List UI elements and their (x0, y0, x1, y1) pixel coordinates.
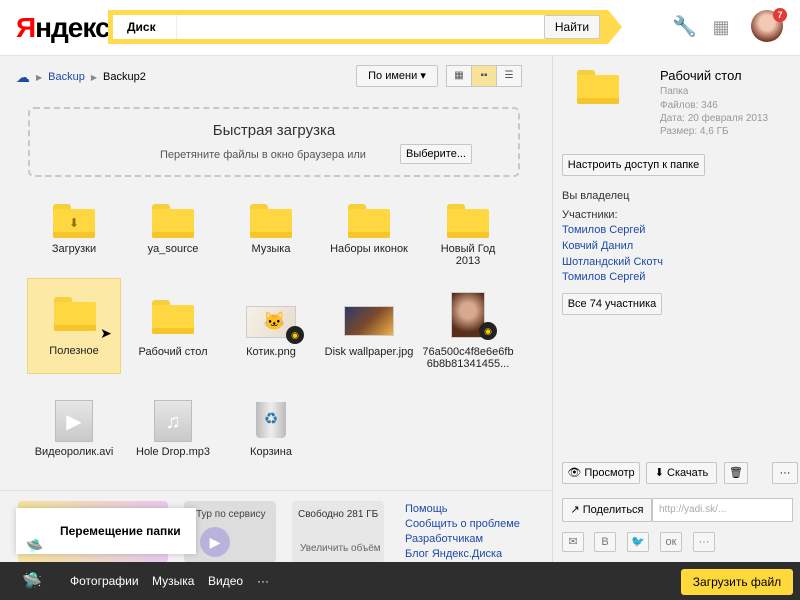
folder-icon (152, 300, 194, 334)
grid-icon[interactable]: ▦ (710, 16, 732, 38)
breadcrumb-backup[interactable]: Backup (48, 71, 85, 83)
participant-link[interactable]: Томилов Сергей (562, 271, 645, 283)
folder-icon (54, 297, 96, 331)
folder-icon (250, 204, 292, 238)
quick-upload-zone[interactable]: Быстрая загрузка Перетяните файлы в окно… (28, 107, 520, 177)
image-thumbnail (344, 306, 394, 336)
participants-label: Участники: (562, 209, 618, 221)
help-link[interactable]: Помощь (405, 503, 448, 515)
folder-new-year[interactable]: Новый Год 2013 (421, 196, 515, 292)
twitter-share-icon[interactable]: 🐦 (627, 532, 649, 552)
developers-link[interactable]: Разработчикам (405, 533, 483, 545)
search-input[interactable] (177, 15, 547, 39)
share-link-field[interactable]: http://yadi.sk/... (652, 498, 793, 522)
search-bar: Диск Найти (108, 10, 622, 44)
download-button[interactable]: ⬇ Скачать (646, 462, 717, 484)
file-hash-image[interactable]: ◉ 76a500c4f8e6e6fb 6b8b81341455... (413, 292, 523, 388)
move-folder-toast: 🛸 Перемещение папки (16, 508, 196, 554)
search-button[interactable]: Найти (544, 15, 600, 39)
owner-label: Вы владелец (562, 190, 630, 202)
folder-music[interactable]: Музыка (224, 196, 318, 292)
search-service-tag: Диск (113, 15, 177, 39)
free-space-card[interactable]: Свободно 281 ГБ Увеличить объём (292, 501, 384, 563)
blog-link[interactable]: Блог Яндекс.Диска (405, 548, 502, 560)
folder-desktop[interactable]: Рабочий стол (126, 292, 220, 388)
shared-badge-icon: ◉ (479, 322, 497, 340)
wrench-icon[interactable]: 🔧 (672, 16, 697, 38)
chevron-right-icon: ▶ (90, 72, 98, 82)
trash-icon: ♻ (256, 402, 286, 438)
folder-preview-icon (577, 70, 635, 118)
folder-date: Дата: 20 февраля 2013 (660, 113, 769, 124)
file-video-avi[interactable]: ▶ Видеоролик.avi (27, 394, 121, 490)
folder-icon-sets[interactable]: Наборы иконок (322, 196, 416, 292)
header: Яндекс Диск Найти 🔧 ▦ 7 (0, 0, 800, 56)
disk-home-icon[interactable]: ☁ (16, 69, 30, 86)
yandex-logo[interactable]: Яндекс (16, 12, 111, 44)
preview-button[interactable]: 👁 Просмотр (562, 462, 640, 484)
vk-share-icon[interactable]: В (594, 532, 616, 552)
participant-link[interactable]: Ковчий Данил (562, 240, 633, 252)
footer-bar: 🛸 Фотографии Музыка Видео ··· Загрузить … (0, 562, 800, 600)
folder-useful[interactable]: Полезное ➤ (27, 278, 121, 374)
footer-more-button[interactable]: ··· (257, 574, 269, 588)
sort-dropdown[interactable]: По имени ▾ (356, 65, 438, 87)
view-list-button[interactable]: ☰ (496, 65, 522, 87)
chevron-right-icon: ▶ (36, 72, 43, 82)
access-settings-button[interactable]: Настроить доступ к папке (562, 154, 705, 176)
folder-size: Размер: 4,6 ГБ (660, 126, 729, 137)
upload-file-button[interactable]: Загрузить файл (681, 569, 793, 595)
notification-badge: 7 (773, 8, 787, 22)
download-arrow-icon: ⬇ (69, 216, 80, 230)
share-button[interactable]: ↗ Поделиться (562, 498, 652, 522)
view-large-icons-button[interactable]: ▦ (446, 65, 472, 87)
report-problem-link[interactable]: Сообщить о проблеме (405, 518, 520, 530)
details-panel: Рабочий стол Папка Файлов: 346 Дата: 20 … (552, 56, 800, 562)
disk-logo-icon[interactable]: 🛸 (22, 571, 42, 591)
trash-icon: 🗑 (729, 467, 743, 479)
folder-icon (152, 204, 194, 238)
all-participants-button[interactable]: Все 74 участника (562, 293, 662, 315)
shared-badge-icon: ◉ (286, 326, 304, 344)
mouse-cursor-icon: ➤ (100, 325, 112, 341)
choose-files-button[interactable]: Выберите... (400, 144, 472, 164)
file-kotik-png[interactable]: 🐱 ◉ Котик.png (224, 292, 318, 388)
participant-link[interactable]: Шотландский Скотч (562, 256, 663, 268)
folder-type: Папка (660, 86, 689, 97)
email-share-icon[interactable]: ✉ (562, 532, 584, 552)
footer-video-link[interactable]: Видео (208, 574, 243, 588)
footer-photos-link[interactable]: Фотографии (70, 574, 139, 588)
music-file-icon: ♫ (154, 400, 192, 442)
participant-link[interactable]: Томилов Сергей (562, 224, 645, 236)
folder-icon (348, 204, 390, 238)
trash-folder[interactable]: ♻ Корзина (224, 394, 318, 490)
view-small-icons-button[interactable]: ▪▪ (471, 65, 497, 87)
video-file-icon: ▶ (55, 400, 93, 442)
breadcrumb: ☁ ▶ Backup ▶ Backup2 (16, 68, 146, 86)
footer-music-link[interactable]: Музыка (152, 574, 194, 588)
quick-upload-title: Быстрая загрузка (212, 122, 336, 139)
download-icon: ⬇ (654, 467, 668, 479)
share-icon: ↗ (570, 504, 583, 516)
file-area: ☁ ▶ Backup ▶ Backup2 По имени ▾ ▦ ▪▪ ☰ Б… (0, 56, 552, 563)
folder-title: Рабочий стол (660, 68, 742, 83)
eye-icon: 👁 (567, 467, 585, 479)
folder-ya-source[interactable]: ya_source (126, 196, 220, 292)
more-share-icon[interactable]: ··· (693, 532, 715, 552)
more-actions-button[interactable]: ··· (772, 462, 798, 484)
breadcrumb-current: Backup2 (103, 71, 146, 83)
tour-card[interactable]: Тур по сервису ▶ (184, 501, 276, 563)
file-disk-wallpaper[interactable]: Disk wallpaper.jpg (322, 292, 416, 388)
files-count: Файлов: 346 (660, 100, 718, 111)
folder-icon (447, 204, 489, 238)
play-icon: ▶ (200, 527, 230, 557)
quick-upload-hint: Перетяните файлы в окно браузера или (160, 149, 366, 161)
odnoklassniki-share-icon[interactable]: ок (660, 532, 682, 552)
file-hole-drop-mp3[interactable]: ♫ Hole Drop.mp3 (126, 394, 220, 490)
delete-button[interactable]: 🗑 (724, 462, 748, 484)
cat-image-icon: 🐱 (263, 311, 286, 331)
